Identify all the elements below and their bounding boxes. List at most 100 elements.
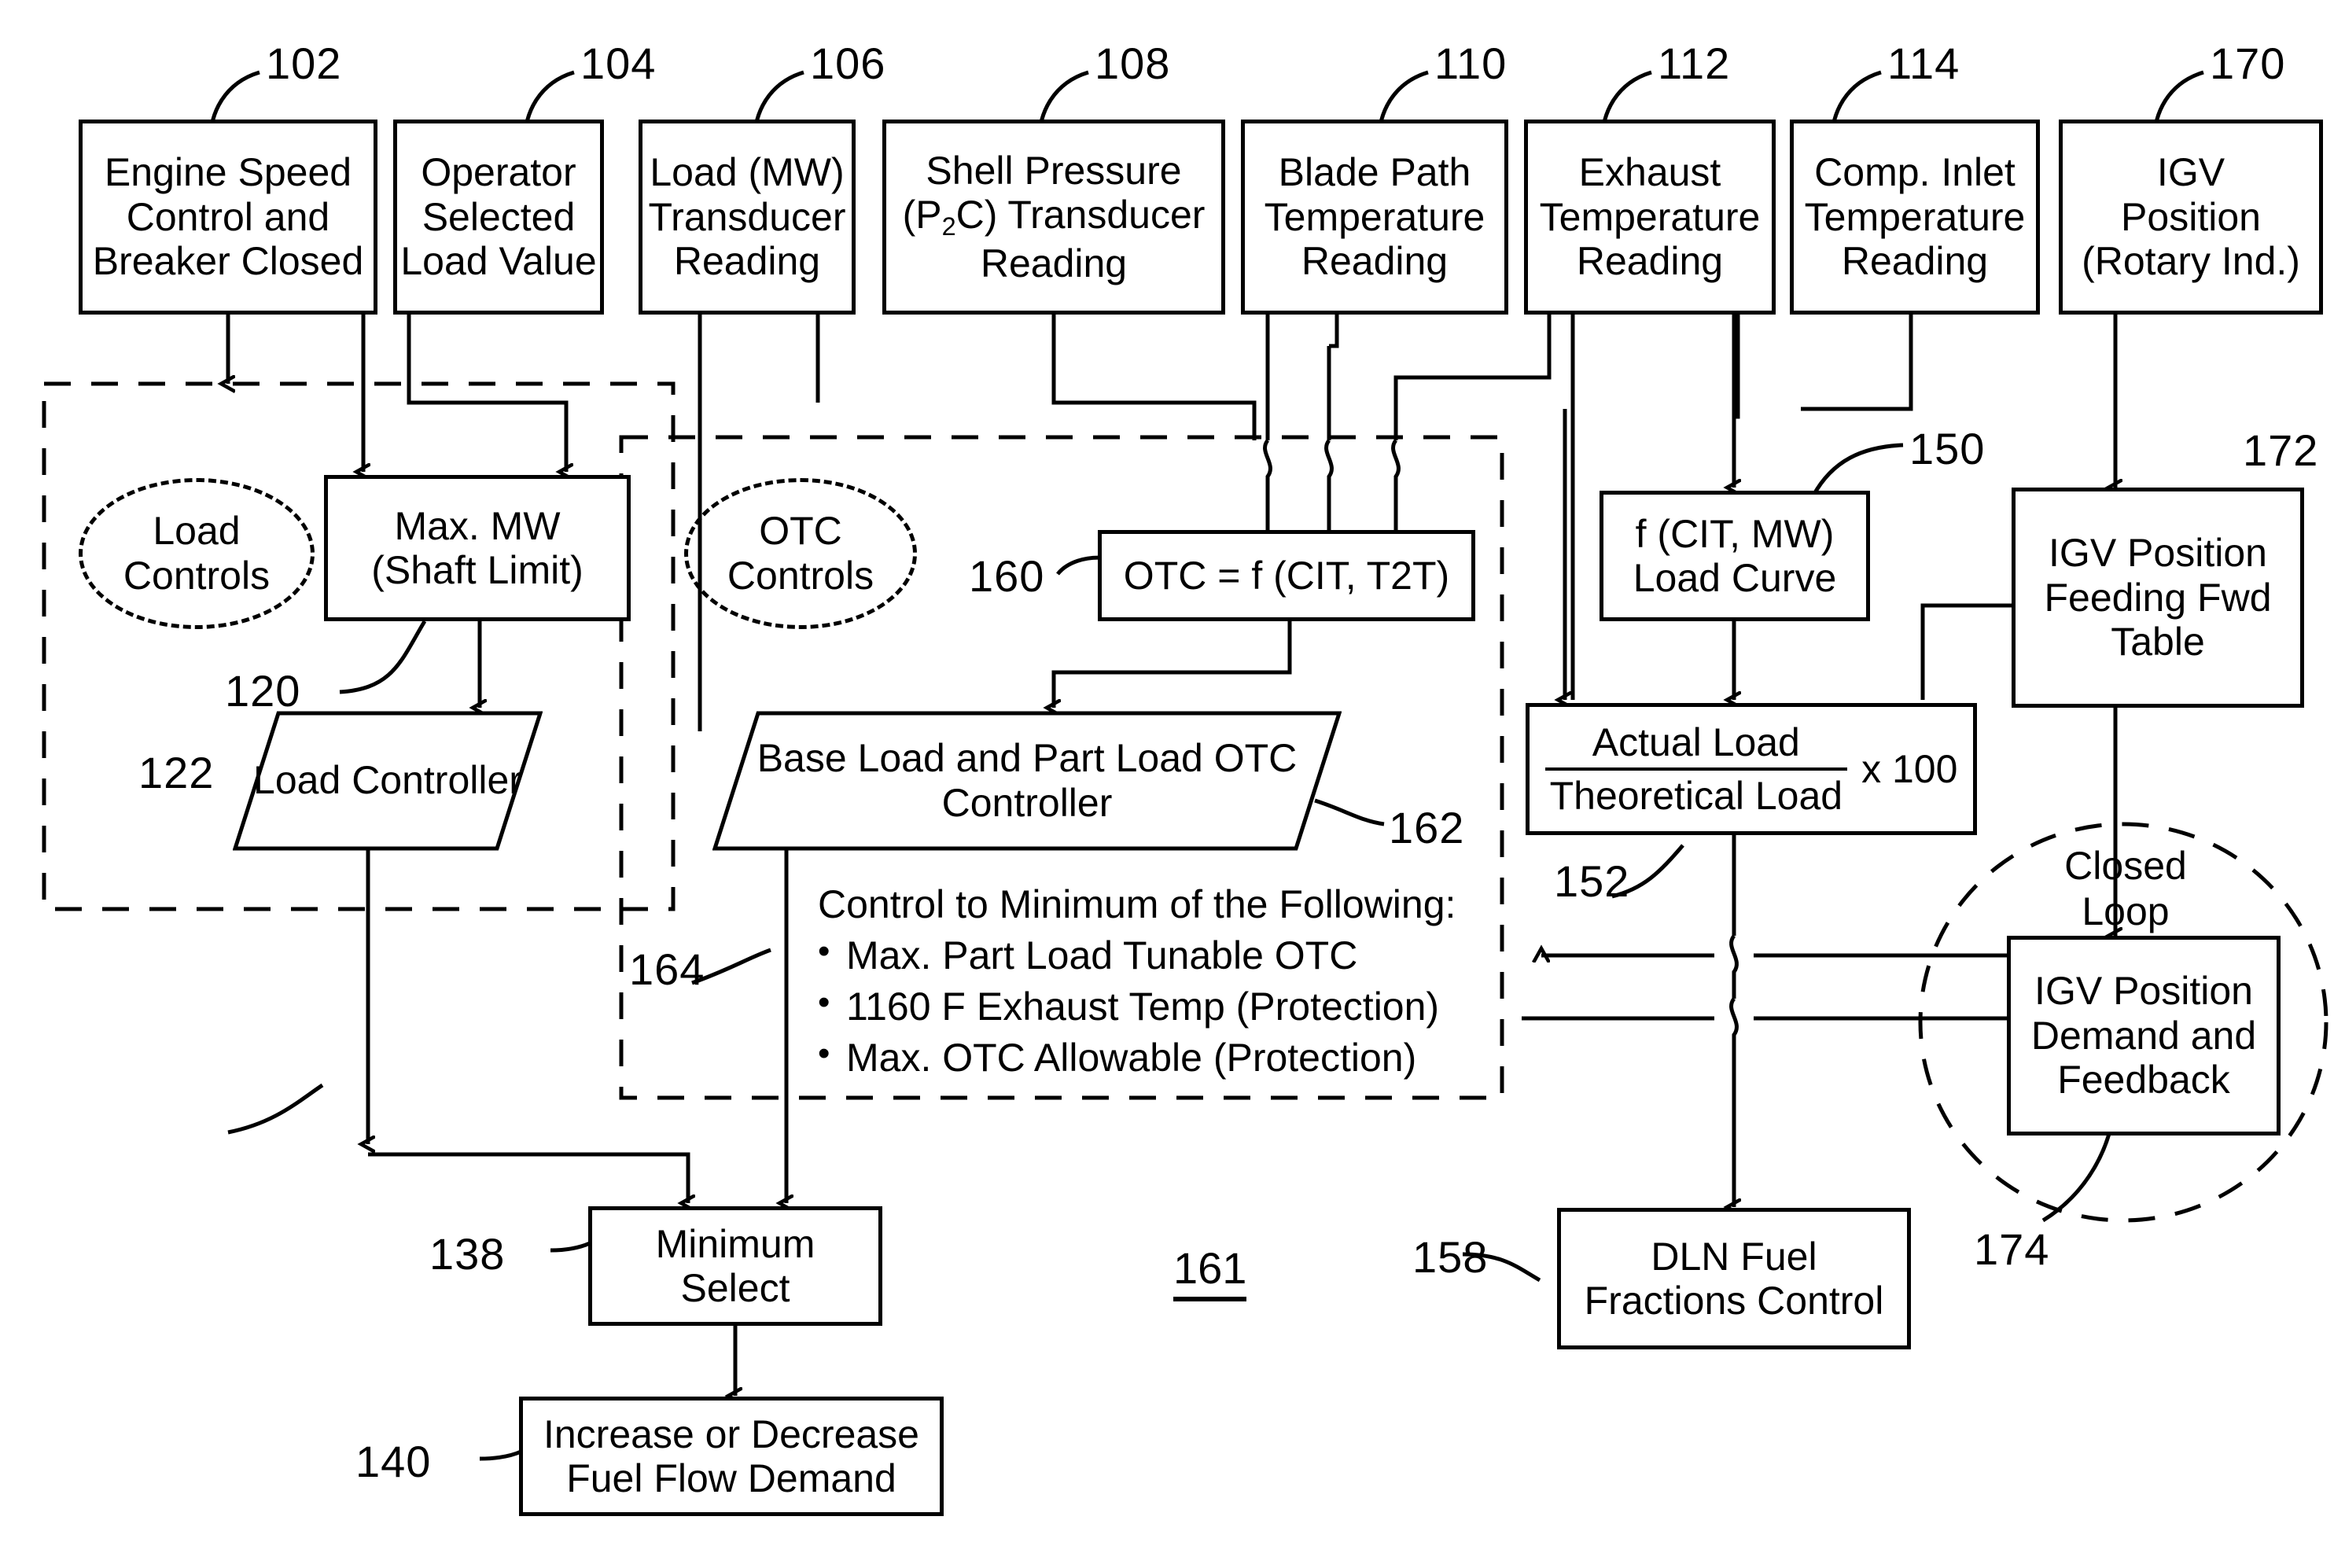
- block-line: (Shaft Limit): [371, 548, 584, 592]
- block-line: Base Load and Part Load: [757, 735, 1203, 780]
- block-line: Shell Pressure: [926, 148, 1182, 193]
- block-minimum-select: Minimum Select: [588, 1206, 882, 1326]
- block-igv-feed-forward-table: IGV Position Feeding Fwd Table: [2012, 488, 2304, 708]
- block-line: Selected: [422, 194, 576, 239]
- block-shell-pressure-transducer: Shell Pressure (P2C) Transducer Reading: [882, 120, 1225, 315]
- block-line: Fuel Flow Demand: [566, 1456, 896, 1500]
- block-line: Load Curve: [1633, 556, 1837, 600]
- block-igv-position-demand-feedback: IGV Position Demand and Feedback: [2007, 936, 2281, 1136]
- block-line: Load: [253, 758, 341, 803]
- ref-140: 140: [355, 1437, 432, 1486]
- block-comp-inlet-temperature: Comp. Inlet Temperature Reading: [1790, 120, 2040, 315]
- block-line: Breaker Closed: [92, 239, 364, 284]
- block-load-controller: Load Controller: [233, 711, 543, 851]
- ref-160: 160: [969, 551, 1045, 601]
- block-line: Temperature: [1264, 194, 1485, 239]
- block-line: IGV Position: [2049, 531, 2267, 576]
- block-line: Increase or Decrease: [543, 1412, 919, 1456]
- figure-number: 161: [1173, 1242, 1247, 1301]
- ref-122: 122: [138, 748, 215, 797]
- patent-figure-161: Engine Speed Control and Breaker Closed …: [0, 0, 2334, 1568]
- block-blade-path-temperature: Blade Path Temperature Reading: [1241, 120, 1508, 315]
- block-line: Load Value: [400, 239, 597, 284]
- block-line: Table: [2111, 620, 2205, 664]
- group-line: Loop: [2082, 889, 2170, 933]
- block-line: f (CIT, MW): [1635, 511, 1835, 556]
- group-line: Controls: [727, 554, 874, 598]
- block-line: Blade Path: [1278, 150, 1471, 195]
- block-otc-function: OTC = f (CIT, T2T): [1098, 530, 1475, 621]
- block-load-curve: f (CIT, MW) Load Curve: [1600, 491, 1870, 621]
- otc-criteria-heading: Control to Minimum of the Following:: [818, 882, 1456, 926]
- block-exhaust-temperature: Exhaust Temperature Reading: [1524, 120, 1776, 315]
- ref-138: 138: [429, 1229, 506, 1279]
- block-line: Comp. Inlet: [1814, 150, 2016, 195]
- ref-152: 152: [1554, 856, 1630, 906]
- block-engine-speed-control: Engine Speed Control and Breaker Closed: [79, 120, 377, 315]
- group-line: Closed: [2064, 844, 2187, 888]
- block-line: Controller: [352, 758, 522, 803]
- ref-106: 106: [810, 39, 886, 88]
- block-line: (Rotary Ind.): [2082, 239, 2300, 284]
- ref-114: 114: [1887, 39, 1960, 88]
- block-line: Reading: [980, 241, 1128, 285]
- otc-criteria-item: Max. OTC Allowable (Protection): [818, 1031, 1456, 1084]
- block-line: Control and: [126, 194, 330, 239]
- fraction-numerator: Actual Load: [1592, 720, 1800, 764]
- block-line: Reading: [673, 239, 821, 284]
- ref-158: 158: [1412, 1232, 1489, 1282]
- block-line: Transducer: [648, 194, 846, 239]
- block-igv-position-rotary: IGV Position (Rotary Ind.): [2059, 120, 2323, 315]
- block-line: Exhaust: [1578, 150, 1721, 195]
- block-line: Temperature: [1804, 194, 2026, 239]
- ref-104: 104: [580, 39, 657, 88]
- block-actual-theoretical-ratio: Actual Load Theoretical Load x 100: [1526, 703, 1977, 835]
- load-ratio-fraction: Actual Load Theoretical Load: [1544, 720, 1848, 819]
- block-line: Minimum: [655, 1221, 815, 1266]
- otc-criteria-item: Max. Part Load Tunable OTC: [818, 929, 1456, 981]
- block-line: Reading: [1576, 239, 1724, 284]
- group-line: Load: [153, 508, 241, 553]
- group-label-load-controls: Load Controls: [79, 478, 315, 629]
- group-line: Controls: [123, 554, 271, 598]
- block-line: Position: [2121, 194, 2261, 239]
- ref-172: 172: [2243, 425, 2319, 475]
- block-line: OTC = f (CIT, T2T): [1123, 553, 1450, 598]
- block-line: Fractions Control: [1584, 1279, 1884, 1323]
- block-line: IGV Position: [2034, 969, 2253, 1014]
- block-max-mw-shaft-limit: Max. MW (Shaft Limit): [324, 475, 631, 621]
- block-line: Select: [680, 1266, 790, 1310]
- block-line: Temperature: [1539, 194, 1761, 239]
- ref-170: 170: [2210, 39, 2286, 88]
- ref-150: 150: [1909, 424, 1986, 473]
- ratio-multiplier: x 100: [1861, 746, 1958, 791]
- group-label-otc-controls: OTC Controls: [684, 478, 917, 629]
- otc-criteria: Control to Minimum of the Following: Max…: [818, 879, 1456, 1084]
- fraction-denominator: Theoretical Load: [1544, 767, 1848, 819]
- block-operator-selected-load: Operator Selected Load Value: [393, 120, 604, 315]
- ref-108: 108: [1095, 39, 1171, 88]
- block-line: Feeding Fwd: [2044, 575, 2272, 620]
- block-line: Max. MW: [394, 503, 561, 548]
- block-line: DLN Fuel: [1651, 1234, 1817, 1279]
- ref-164: 164: [629, 944, 705, 994]
- block-line: Reading: [1301, 239, 1449, 284]
- block-load-mw-transducer: Load (MW) Transducer Reading: [639, 120, 856, 315]
- block-line-p2c: (P2C) Transducer: [902, 193, 1206, 241]
- block-fuel-flow-demand: Increase or Decrease Fuel Flow Demand: [519, 1397, 944, 1516]
- block-line: Demand and: [2030, 1013, 2257, 1058]
- ref-174: 174: [1974, 1224, 2050, 1274]
- ref-162: 162: [1389, 803, 1465, 852]
- block-line: Engine Speed: [104, 150, 352, 195]
- otc-criteria-item: 1160 F Exhaust Temp (Protection): [818, 980, 1456, 1032]
- block-line: IGV: [2156, 150, 2225, 195]
- block-otc-controller: Base Load and Part Load OTC Controller: [712, 711, 1342, 851]
- ref-112: 112: [1658, 39, 1731, 88]
- group-line: OTC: [759, 508, 842, 553]
- ref-120: 120: [225, 666, 301, 716]
- group-label-closed-loop: Closed Loop: [2012, 843, 2240, 934]
- ref-102: 102: [266, 39, 342, 88]
- block-line: Feedback: [2057, 1058, 2230, 1102]
- block-line: Reading: [1841, 239, 1989, 284]
- block-dln-fuel-fractions-control: DLN Fuel Fractions Control: [1557, 1208, 1911, 1349]
